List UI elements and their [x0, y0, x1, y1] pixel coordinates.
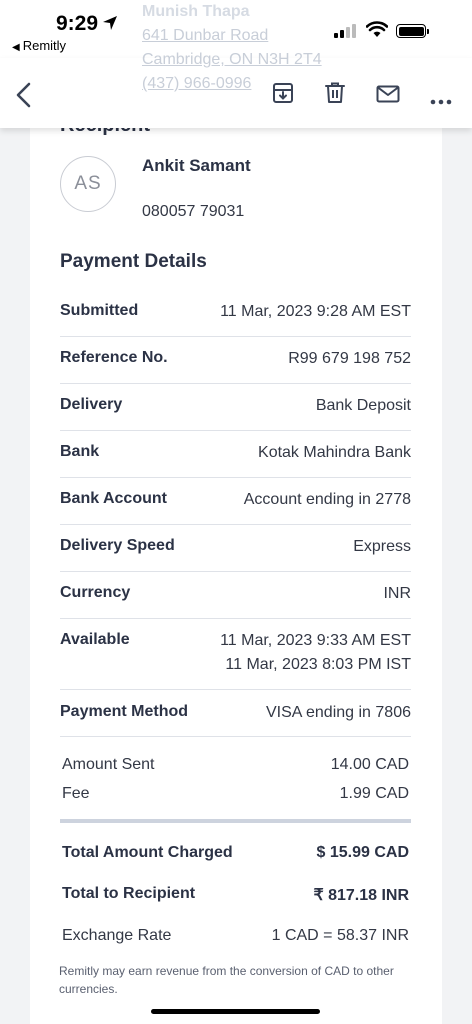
transfer-receipt-card: Recipient AS Ankit Samant 080057 79031 P…: [30, 100, 442, 1024]
summary-divider: [60, 819, 411, 823]
detail-label: Bank Account: [60, 490, 167, 507]
detail-label: Delivery: [60, 396, 123, 413]
back-chevron-icon[interactable]: [14, 82, 34, 113]
detail-row-currency: Currency INR: [60, 572, 411, 619]
total-recipient-value: ₹ 817.18 INR: [313, 887, 409, 904]
detail-row-payment-method: Payment Method VISA ending in 7806: [60, 690, 411, 737]
conversion-footnote: Remitly may earn revenue from the conver…: [59, 964, 394, 996]
battery-icon: [396, 24, 429, 38]
exchange-rate-value: 1 CAD = 58.37 INR: [271, 927, 409, 944]
detail-label: Payment Method: [60, 703, 189, 720]
payment-details-title: Payment Details: [60, 251, 207, 272]
detail-value: VISA ending in 7806: [265, 704, 411, 721]
recipient-avatar: AS: [60, 156, 116, 212]
sender-address-line2: Cambridge, ON N3H 2T4: [142, 51, 322, 68]
detail-value: INR: [383, 585, 411, 602]
detail-row-available: Available 11 Mar, 2023 9:33 AM EST 11 Ma…: [60, 619, 411, 690]
total-charged-value: $ 15.99 CAD: [316, 844, 410, 861]
detail-value: Account ending in 2778: [243, 491, 411, 508]
back-app-label: Remitly: [22, 38, 67, 53]
detail-value: Kotak Mahindra Bank: [258, 444, 411, 461]
location-arrow-icon: [102, 15, 118, 36]
detail-value: Bank Deposit: [315, 397, 411, 414]
recipient-name: Ankit Samant: [142, 156, 251, 175]
total-charged-label: Total Amount Charged: [62, 844, 233, 861]
trash-icon[interactable]: [325, 82, 345, 109]
sender-name: Munish Thapa: [142, 3, 250, 20]
detail-value-secondary: 11 Mar, 2023 8:03 PM IST: [225, 656, 411, 673]
status-time: 9:29: [56, 12, 99, 35]
more-dots-icon[interactable]: [430, 92, 452, 110]
detail-row-bank: Bank Kotak Mahindra Bank: [60, 431, 411, 478]
detail-row-submitted: Submitted 11 Mar, 2023 9:28 AM EST: [60, 290, 411, 337]
summary-label: Amount Sent: [62, 756, 155, 773]
home-indicator[interactable]: [151, 1009, 320, 1014]
cellular-signal-icon: [334, 24, 356, 38]
summary-label: Fee: [62, 785, 90, 802]
detail-row-reference: Reference No. R99 679 198 752: [60, 337, 411, 384]
detail-label: Submitted: [60, 302, 139, 319]
detail-label: Available: [60, 631, 130, 648]
wifi-icon: [365, 20, 389, 43]
detail-label: Delivery Speed: [60, 537, 175, 554]
recipient-phone: 080057 79031: [142, 203, 245, 220]
sender-info-ghost: Munish Thapa 641 Dunbar Road Cambridge, …: [142, 0, 322, 96]
detail-row-delivery: Delivery Bank Deposit: [60, 384, 411, 431]
back-triangle-icon: ◀: [12, 42, 20, 53]
detail-label: Reference No.: [60, 349, 168, 366]
detail-value: 11 Mar, 2023 9:28 AM EST: [220, 303, 411, 320]
detail-label: Currency: [60, 584, 131, 601]
detail-row-bank-account: Bank Account Account ending in 2778: [60, 478, 411, 525]
summary-value: 14.00 CAD: [330, 756, 409, 773]
total-recipient-label: Total to Recipient: [62, 885, 196, 902]
detail-value: Express: [353, 538, 411, 555]
summary-value: 1.99 CAD: [339, 785, 409, 802]
exchange-rate-label: Exchange Rate: [62, 927, 172, 944]
sender-address-line1: 641 Dunbar Road: [142, 27, 269, 44]
detail-row-delivery-speed: Delivery Speed Express: [60, 525, 411, 572]
detail-value: 11 Mar, 2023 9:33 AM EST: [220, 632, 411, 649]
detail-value: R99 679 198 752: [288, 350, 411, 367]
back-to-app-link[interactable]: ◀ Remitly: [12, 38, 66, 53]
sender-phone: (437) 966-0996: [142, 75, 252, 92]
detail-label: Bank: [60, 443, 100, 460]
mail-icon[interactable]: [376, 85, 400, 108]
